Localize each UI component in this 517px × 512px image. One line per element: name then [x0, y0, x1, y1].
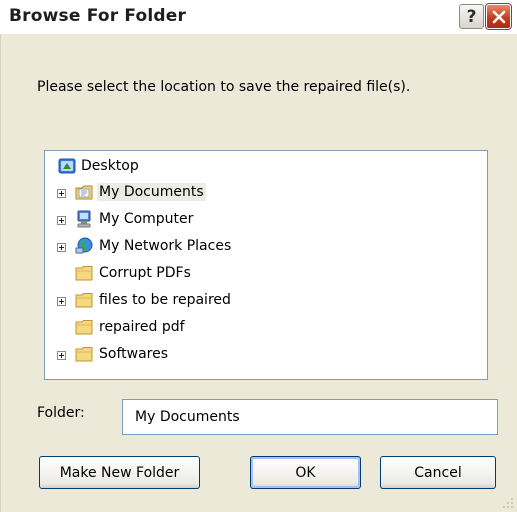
my-documents-icon [75, 185, 93, 200]
resize-grip-icon[interactable] [502, 497, 514, 509]
title-bar[interactable]: Browse For Folder ? [0, 0, 517, 35]
help-icon: ? [466, 6, 477, 27]
folder-field-label: Folder: [37, 405, 85, 421]
my-computer-icon [77, 210, 91, 228]
desktop-icon [58, 158, 76, 174]
folder-tree[interactable]: Desktop My Documents My Computer My Netw… [44, 150, 488, 380]
prompt-text: Please select the location to save the r… [37, 79, 411, 95]
tree-item-label: My Network Places [99, 238, 232, 254]
browse-for-folder-dialog: Browse For Folder ? Please select the lo… [0, 0, 517, 512]
tree-item-label: My Computer [99, 211, 194, 227]
tree-item-label: Softwares [99, 346, 169, 362]
folder-name-input[interactable] [122, 399, 498, 435]
folder-icon [75, 266, 93, 281]
expand-icon[interactable] [57, 189, 66, 198]
help-button[interactable]: ? [459, 4, 484, 29]
folder-icon [75, 293, 93, 308]
expand-icon[interactable] [57, 243, 66, 252]
expand-icon[interactable] [57, 216, 66, 225]
tree-item-label: My Documents [97, 183, 206, 201]
close-icon [492, 10, 505, 23]
close-button[interactable] [485, 3, 512, 30]
tree-item-label: Corrupt PDFs [99, 265, 191, 281]
tree-item-label: files to be repaired [99, 292, 231, 308]
ok-button[interactable]: OK [250, 456, 361, 489]
dialog-title: Browse For Folder [9, 6, 187, 26]
folder-icon [75, 320, 93, 335]
make-new-folder-button[interactable]: Make New Folder [39, 456, 200, 489]
network-places-icon [75, 237, 93, 254]
folder-icon [75, 347, 93, 362]
tree-item-label: repaired pdf [99, 319, 185, 335]
cancel-button[interactable]: Cancel [380, 456, 496, 489]
expand-icon[interactable] [57, 351, 66, 360]
tree-item-label: Desktop [81, 158, 139, 174]
expand-icon[interactable] [57, 297, 66, 306]
